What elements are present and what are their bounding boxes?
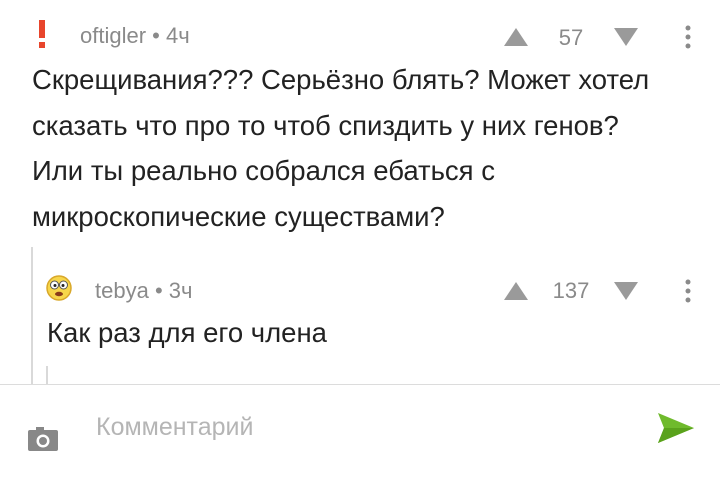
more-options-icon[interactable] <box>684 278 692 309</box>
camera-icon[interactable] <box>27 426 59 457</box>
comment-composer <box>0 384 720 486</box>
smiley-face-icon[interactable] <box>45 274 73 307</box>
comment-input[interactable] <box>96 407 636 447</box>
comment-text: Скрещивания??? Серьёзно блять? Может хот… <box>32 64 650 232</box>
exclamation-icon[interactable] <box>36 19 48 54</box>
comment-text: Как раз для его члена <box>47 317 327 348</box>
username[interactable]: oftigler • 4ч <box>80 23 190 49</box>
comment-score: 57 <box>558 25 584 50</box>
dot-separator: • <box>152 23 166 48</box>
dot-separator: • <box>154 278 169 303</box>
downvote-icon[interactable] <box>614 282 638 305</box>
username-text[interactable]: tebya <box>95 278 149 303</box>
comment-header: oftigler • 4ч 57 <box>0 16 720 56</box>
comment-time: 4ч <box>166 23 190 48</box>
comment-oftigler: oftigler • 4ч 57 Скрещивания??? Серьёзно… <box>0 0 720 245</box>
comment-tebya: tebya • 3ч 137 Как раз для его члена <box>0 260 720 370</box>
upvote-icon[interactable] <box>504 282 528 305</box>
comment-time: 3ч <box>168 278 193 303</box>
upvote-icon[interactable] <box>504 28 528 51</box>
username[interactable]: tebya • 3ч <box>95 278 192 304</box>
comment-header: tebya • 3ч 137 <box>0 270 720 310</box>
send-icon[interactable] <box>656 411 696 450</box>
comment-score: 137 <box>552 278 590 303</box>
username-text[interactable]: oftigler <box>80 23 146 48</box>
downvote-icon[interactable] <box>614 28 638 51</box>
more-options-icon[interactable] <box>684 24 692 55</box>
